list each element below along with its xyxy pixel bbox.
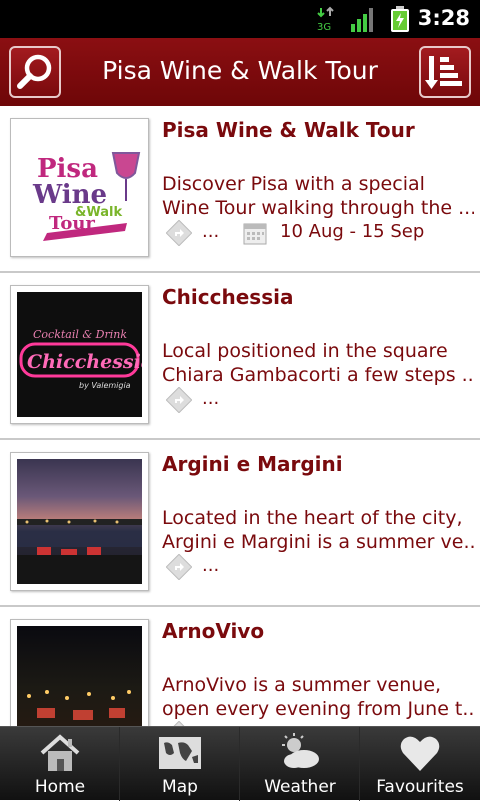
item-thumbnail <box>10 452 149 591</box>
directions-icon[interactable] <box>166 387 192 413</box>
sort-button[interactable] <box>419 46 471 98</box>
arnovivo-photo <box>17 626 142 726</box>
item-thumbnail <box>10 619 149 726</box>
directions-icon[interactable] <box>166 554 192 580</box>
more-indicator: ... <box>202 388 220 409</box>
list-item[interactable]: Argini e Margini Located in the heart of… <box>0 440 480 607</box>
search-button[interactable] <box>9 46 61 98</box>
home-icon <box>40 734 80 771</box>
battery-charging-icon <box>391 6 409 32</box>
weather-icon <box>282 733 319 768</box>
list-item[interactable]: Pisa Wine &Walk Tour Pisa Wine & Walk To… <box>0 106 480 273</box>
heart-icon <box>400 736 440 771</box>
nav-label: Map <box>162 777 198 797</box>
page-title: Pisa Wine & Walk Tour <box>102 56 378 85</box>
signal-icon <box>351 8 373 32</box>
more-indicator: ... <box>202 221 220 242</box>
item-title: Chicchessia <box>162 285 294 309</box>
status-clock: 3:28 <box>417 6 470 30</box>
nav-favourites[interactable]: Favourites <box>360 727 480 801</box>
list-item[interactable]: Cocktail & Drink Chicchessia by Valemigi… <box>0 273 480 440</box>
nav-weather[interactable]: Weather <box>240 727 360 801</box>
nav-map[interactable]: Map <box>120 727 240 801</box>
more-indicator: ... <box>202 555 220 576</box>
item-title: Pisa Wine & Walk Tour <box>162 118 415 142</box>
item-thumbnail: Pisa Wine &Walk Tour <box>10 118 149 257</box>
item-description: Discover Pisa with a special Wine Tour w… <box>162 173 474 219</box>
map-icon <box>159 737 201 769</box>
chicchessia-logo: Cocktail & Drink Chicchessia by Valemigi… <box>17 292 142 417</box>
nav-label: Weather <box>264 777 336 797</box>
svg-text:Cocktail & Drink: Cocktail & Drink <box>33 328 127 341</box>
network-3g-icon: 3G <box>317 6 334 32</box>
directions-icon[interactable] <box>166 220 192 246</box>
header-bar: Pisa Wine & Walk Tour <box>0 38 480 106</box>
nav-label: Favourites <box>376 777 464 797</box>
date-range: 10 Aug - 15 Sep <box>280 221 425 242</box>
nav-home[interactable]: Home <box>0 727 120 801</box>
nav-label: Home <box>34 777 86 797</box>
argini-margini-photo <box>17 459 142 584</box>
bottom-navigation: Home Map Weather Favourites <box>0 726 480 801</box>
search-icon <box>17 54 52 89</box>
sort-list-icon <box>425 56 462 89</box>
item-description: ArnoVivo is a summer venue, open every e… <box>162 674 474 720</box>
svg-text:by Valemigia: by Valemigia <box>79 381 131 390</box>
item-thumbnail: Cocktail & Drink Chicchessia by Valemigi… <box>10 285 149 424</box>
item-title: Argini e Margini <box>162 452 343 476</box>
item-description: Located in the heart of the city, Argini… <box>162 507 474 553</box>
svg-text:Chicchessia: Chicchessia <box>27 351 142 373</box>
item-description: Local positioned in the square Chiara Ga… <box>162 340 474 386</box>
calendar-icon <box>243 223 267 245</box>
svg-text:3G: 3G <box>317 22 331 32</box>
pisa-wine-walk-logo: Pisa Wine &Walk Tour <box>17 125 142 250</box>
status-bar: 3G 3:28 <box>0 0 480 38</box>
item-title: ArnoVivo <box>162 619 265 643</box>
venue-list[interactable]: Pisa Wine &Walk Tour Pisa Wine & Walk To… <box>0 106 480 726</box>
list-item[interactable]: ArnoVivo ArnoVivo is a summer venue, ope… <box>0 607 480 726</box>
